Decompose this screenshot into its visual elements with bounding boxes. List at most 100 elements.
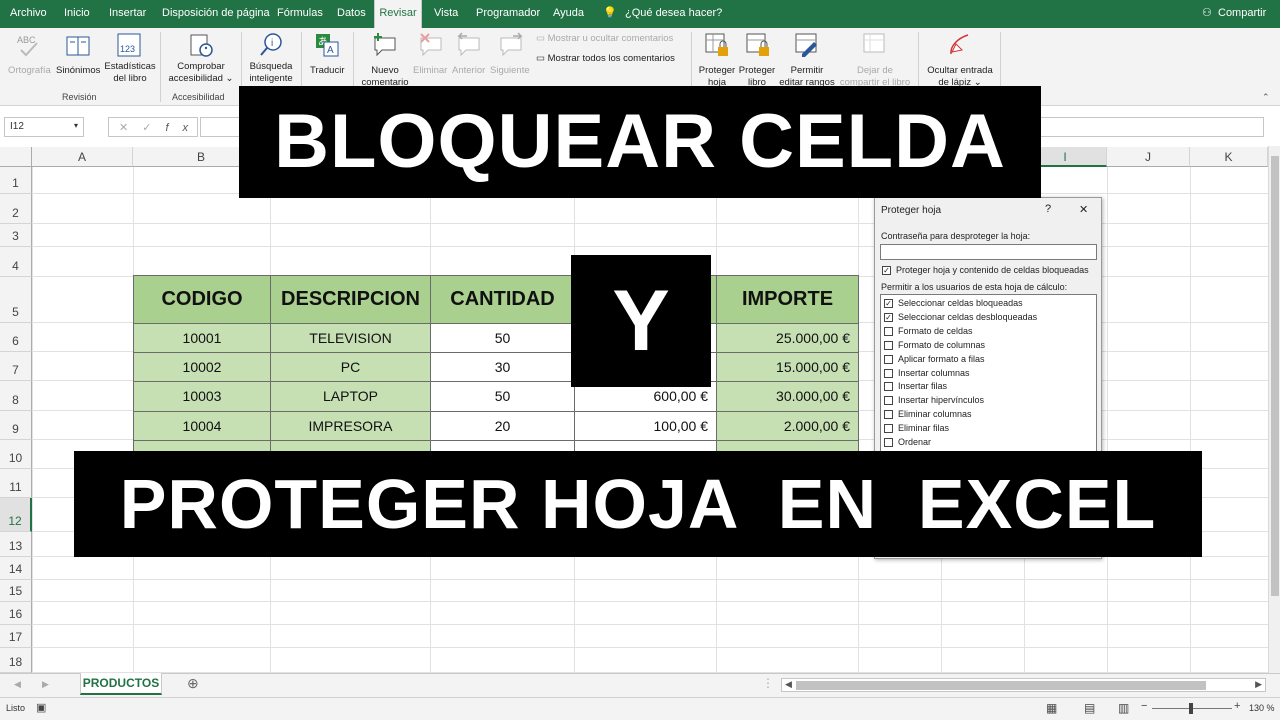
tab-disposicion[interactable]: Disposición de página xyxy=(162,0,270,28)
row-header-17[interactable]: 17 xyxy=(0,625,32,648)
zoom-in-icon[interactable]: + xyxy=(1234,700,1240,712)
help-button[interactable]: ? xyxy=(1045,203,1051,215)
cancel-icon[interactable]: ✕ xyxy=(119,122,142,134)
row-header-14[interactable]: 14 xyxy=(0,557,32,580)
table-cell[interactable]: PC xyxy=(270,352,431,382)
table-cell[interactable]: 30 xyxy=(430,352,575,382)
row-header-10[interactable]: 10 xyxy=(0,440,32,469)
macro-record-icon[interactable]: ▣ xyxy=(36,701,46,714)
name-box[interactable]: I12 ▾ xyxy=(4,117,84,137)
row-header-1[interactable]: 1 xyxy=(0,167,32,194)
tab-programador[interactable]: Programador xyxy=(476,0,540,28)
sheet-tab-productos[interactable]: PRODUCTOS xyxy=(80,673,162,695)
row-header-16[interactable]: 16 xyxy=(0,602,32,625)
row-header-8[interactable]: 8 xyxy=(0,381,32,411)
next-comment-button[interactable]: Siguiente xyxy=(490,65,530,77)
permission-checkbox[interactable] xyxy=(884,410,893,420)
permission-checkbox[interactable] xyxy=(884,326,893,336)
table-header-cell[interactable]: DESCRIPCION xyxy=(270,275,431,324)
row-header-3[interactable]: 3 xyxy=(0,224,32,247)
previous-comment-button[interactable]: Anterior xyxy=(452,65,485,77)
table-cell[interactable]: 25.000,00 € xyxy=(716,323,859,353)
row-header-2[interactable]: 2 xyxy=(0,194,32,224)
column-header-j[interactable]: J xyxy=(1107,147,1190,167)
permission-checkbox[interactable] xyxy=(884,382,893,392)
share-button[interactable]: Compartir xyxy=(1218,0,1266,28)
table-cell[interactable]: 10003 xyxy=(133,381,271,412)
scroll-thumb[interactable] xyxy=(1271,156,1279,596)
permission-checkbox[interactable] xyxy=(884,438,893,447)
table-cell[interactable]: 10001 xyxy=(133,323,271,353)
table-header-cell[interactable]: CANTIDAD xyxy=(430,275,575,324)
hscroll-thumb[interactable] xyxy=(796,681,1206,690)
tab-vista[interactable]: Vista xyxy=(434,0,458,28)
row-header-9[interactable]: 9 xyxy=(0,411,32,440)
table-cell[interactable]: LAPTOP xyxy=(270,381,431,412)
tab-inicio[interactable]: Inicio xyxy=(64,0,90,28)
column-header-a[interactable]: A xyxy=(32,147,133,167)
row-header-12[interactable]: 12 xyxy=(0,498,32,532)
translate-button[interactable]: Traducir xyxy=(310,65,345,77)
row-header-7[interactable]: 7 xyxy=(0,352,32,381)
row-header-4[interactable]: 4 xyxy=(0,247,32,277)
enter-icon[interactable]: ✓ xyxy=(142,122,165,134)
vertical-scrollbar[interactable] xyxy=(1268,146,1280,673)
permission-checkbox[interactable] xyxy=(884,354,893,364)
show-hide-comments-button[interactable]: ▭ Mostrar u ocultar comentarios xyxy=(536,33,673,45)
scroll-left-icon[interactable]: ◀ xyxy=(14,679,21,690)
page-layout-icon[interactable]: ▤ xyxy=(1084,701,1095,715)
select-all-corner[interactable] xyxy=(0,147,32,167)
function-icon[interactable]: fx xyxy=(165,122,202,134)
table-cell[interactable]: 30.000,00 € xyxy=(716,381,859,412)
show-all-comments-button[interactable]: ▭ Mostrar todos los comentarios xyxy=(536,53,675,65)
check-accessibility-button[interactable]: Comprobar accesibilidad ⌄ xyxy=(166,61,236,85)
smart-lookup-button[interactable]: Búsqueda inteligente xyxy=(246,61,296,85)
zoom-out-icon[interactable]: − xyxy=(1141,700,1147,712)
table-cell[interactable]: 50 xyxy=(430,323,575,353)
delete-comment-button[interactable]: Eliminar xyxy=(413,65,447,77)
tab-formulas[interactable]: Fórmulas xyxy=(277,0,323,28)
tab-archivo[interactable]: Archivo xyxy=(10,0,47,28)
table-cell[interactable]: 10004 xyxy=(133,411,271,441)
permission-checkbox[interactable] xyxy=(884,368,893,378)
tab-split-icon[interactable]: ⋮ xyxy=(762,676,774,690)
table-cell[interactable]: 50 xyxy=(430,381,575,412)
tab-revisar[interactable]: Revisar xyxy=(374,0,422,28)
row-header-13[interactable]: 13 xyxy=(0,532,32,557)
protect-content-checkbox[interactable]: ✓ xyxy=(882,266,891,275)
table-cell[interactable]: 20 xyxy=(430,411,575,441)
permission-checkbox[interactable] xyxy=(884,396,893,406)
row-header-6[interactable]: 6 xyxy=(0,323,32,352)
permission-checkbox[interactable] xyxy=(884,340,893,350)
hscroll-left-icon[interactable]: ◀ xyxy=(785,679,792,690)
password-field[interactable] xyxy=(880,244,1097,260)
table-cell[interactable]: 10002 xyxy=(133,352,271,382)
table-cell[interactable]: 100,00 € xyxy=(574,411,717,441)
zoom-level[interactable]: 130 % xyxy=(1249,703,1275,713)
thesaurus-button[interactable]: Sinónimos xyxy=(56,65,100,77)
normal-view-icon[interactable]: ▦ xyxy=(1046,701,1057,715)
permission-checkbox[interactable]: ✓ xyxy=(884,299,893,308)
spelling-button[interactable]: Ortografía xyxy=(8,65,51,77)
page-break-icon[interactable]: ▥ xyxy=(1118,701,1129,715)
horizontal-scrollbar[interactable]: ◀ ▶ xyxy=(781,678,1266,692)
table-header-cell[interactable]: CODIGO xyxy=(133,275,271,324)
table-header-cell[interactable]: IMPORTE xyxy=(716,275,859,324)
tab-insertar[interactable]: Insertar xyxy=(109,0,146,28)
row-header-5[interactable]: 5 xyxy=(0,277,32,323)
table-cell[interactable]: TELEVISION xyxy=(270,323,431,353)
zoom-slider-thumb[interactable] xyxy=(1189,703,1193,714)
row-header-11[interactable]: 11 xyxy=(0,469,32,498)
table-cell[interactable]: 2.000,00 € xyxy=(716,411,859,441)
tab-ayuda[interactable]: Ayuda xyxy=(553,0,584,28)
row-header-15[interactable]: 15 xyxy=(0,580,32,602)
tell-me-search[interactable]: ¿Qué desea hacer? xyxy=(625,0,722,28)
column-header-k[interactable]: K xyxy=(1190,147,1268,167)
permission-checkbox[interactable] xyxy=(884,424,893,434)
tab-datos[interactable]: Datos xyxy=(337,0,366,28)
close-icon[interactable]: ✕ xyxy=(1079,203,1088,216)
table-cell[interactable]: IMPRESORA xyxy=(270,411,431,441)
row-header-18[interactable]: 18 xyxy=(0,648,32,673)
add-sheet-icon[interactable]: ⊕ xyxy=(187,675,199,692)
collapse-ribbon-icon[interactable]: ⌃ xyxy=(1262,92,1270,103)
